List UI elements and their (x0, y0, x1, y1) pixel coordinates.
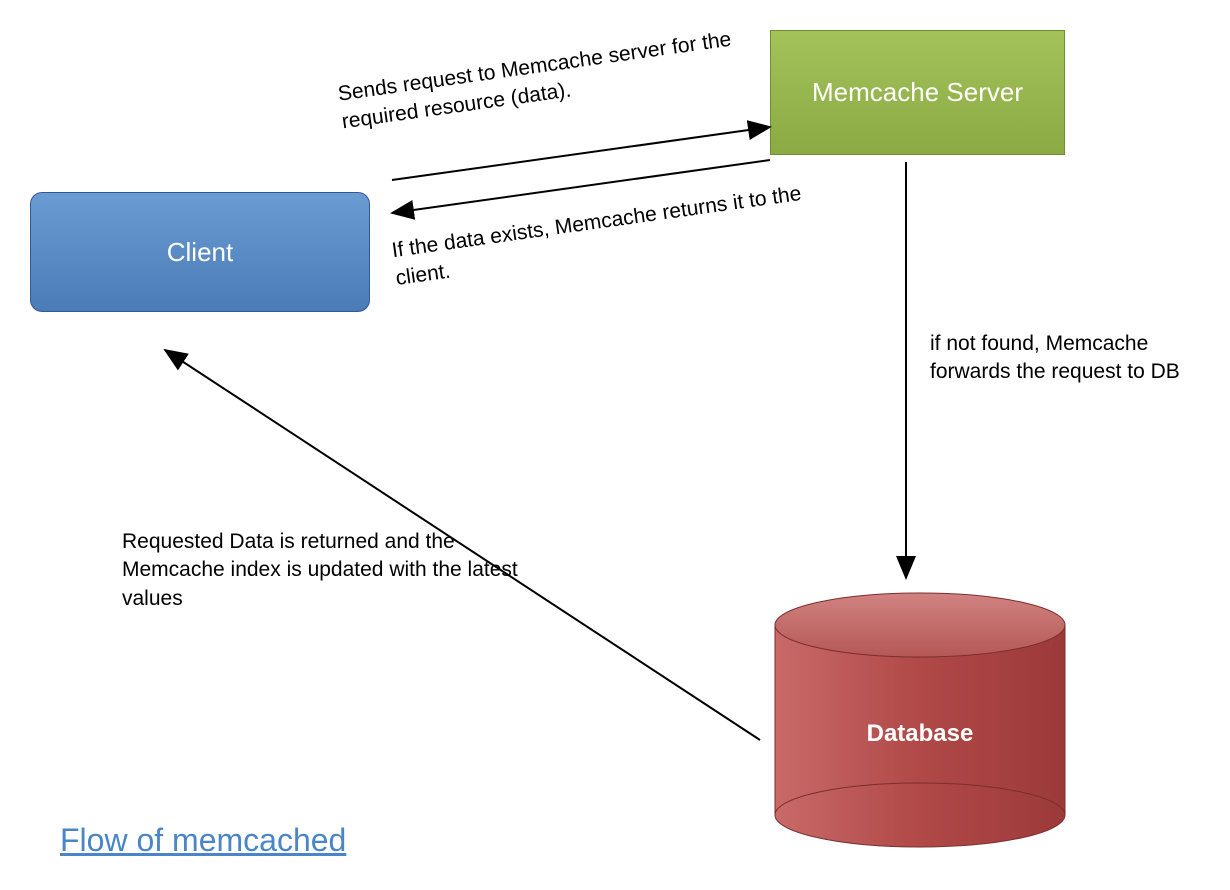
client-label: Client (167, 237, 233, 268)
label-db-to-client: Requested Data is returned and the Memca… (122, 528, 552, 613)
memcache-label: Memcache Server (812, 77, 1023, 108)
label-memcache-to-client: If the data exists, Memcache returns it … (390, 179, 814, 294)
diagram-title: Flow of memcached (60, 822, 346, 859)
label-memcache-to-db: if not found, Memcache forwards the requ… (930, 330, 1230, 387)
memcache-server-node: Memcache Server (770, 30, 1065, 155)
database-label: Database (770, 720, 1070, 748)
arrow-client-to-memcache (392, 127, 770, 180)
label-client-to-memcache: Sends request to Memcache server for the… (336, 20, 780, 137)
client-node: Client (30, 192, 370, 312)
